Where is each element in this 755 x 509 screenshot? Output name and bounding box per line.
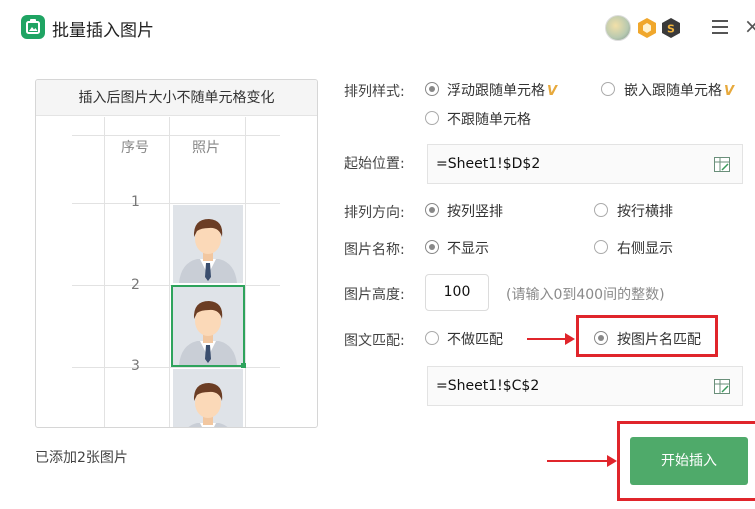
radio-float-follow-label[interactable]: 浮动跟随单元格 V xyxy=(447,80,557,100)
match-label: 图文匹配: xyxy=(344,333,405,349)
preview-panel: 插入后图片大小不随单元格变化 序号 照片 1 2 3 xyxy=(35,79,318,428)
match-column-value[interactable]: =Sheet1!$C$2 xyxy=(436,378,539,394)
radio-by-row-label[interactable]: 按行横排 xyxy=(617,201,673,221)
start-position-label: 起始位置: xyxy=(344,156,405,172)
app-title: 批量插入图片 xyxy=(52,21,154,41)
row-number: 3 xyxy=(131,358,140,374)
radio-no-match[interactable] xyxy=(425,331,439,345)
vip-mark-icon: V xyxy=(724,84,735,99)
radio-by-row[interactable] xyxy=(594,203,608,217)
col-header-photo: 照片 xyxy=(192,140,220,156)
picture-height-label: 图片高度: xyxy=(344,287,405,303)
radio-name-hidden-label[interactable]: 不显示 xyxy=(447,238,489,258)
preview-grid: 序号 照片 1 2 3 xyxy=(36,117,317,427)
start-position-field[interactable]: =Sheet1!$D$2 xyxy=(427,144,743,184)
annotation-arrow xyxy=(547,455,617,467)
svg-text:S: S xyxy=(667,23,675,36)
title-bar: 批量插入图片 S × xyxy=(0,0,755,56)
radio-match-by-name-label[interactable]: 按图片名匹配 xyxy=(617,329,701,349)
range-picker-icon[interactable] xyxy=(714,157,730,172)
radio-embed-follow-label[interactable]: 嵌入跟随单元格 V xyxy=(624,80,734,100)
portrait-image xyxy=(173,205,243,283)
picture-name-label: 图片名称: xyxy=(344,242,405,258)
portrait-image xyxy=(173,369,243,427)
col-header-index: 序号 xyxy=(121,140,149,156)
radio-no-follow[interactable] xyxy=(425,111,439,125)
vip-mark-icon: V xyxy=(547,84,558,99)
portrait-image-selected[interactable] xyxy=(171,285,245,367)
radio-no-follow-label[interactable]: 不跟随单元格 xyxy=(447,109,531,129)
radio-by-column[interactable] xyxy=(425,203,439,217)
layout-style-label: 排列样式: xyxy=(344,84,405,100)
added-count-status: 已添加2张图片 xyxy=(35,450,128,466)
start-insert-button[interactable]: 开始插入 xyxy=(630,437,748,485)
app-icon xyxy=(21,15,45,39)
vip-badge-icon[interactable] xyxy=(636,17,658,39)
direction-label: 排列方向: xyxy=(344,205,405,221)
menu-icon[interactable] xyxy=(712,20,728,34)
annotation-arrow xyxy=(527,333,575,345)
radio-name-right[interactable] xyxy=(594,240,608,254)
radio-embed-follow[interactable] xyxy=(601,82,615,96)
picture-height-hint: (请输入0到400间的整数) xyxy=(506,287,665,303)
radio-float-follow[interactable] xyxy=(425,82,439,96)
row-number: 1 xyxy=(131,194,140,210)
match-column-field[interactable]: =Sheet1!$C$2 xyxy=(427,366,743,406)
picture-height-input[interactable]: 100 xyxy=(425,274,489,311)
close-icon[interactable]: × xyxy=(744,16,755,36)
row-number: 2 xyxy=(131,277,140,293)
start-position-value[interactable]: =Sheet1!$D$2 xyxy=(436,156,540,172)
radio-no-match-label[interactable]: 不做匹配 xyxy=(447,329,503,349)
user-avatar[interactable] xyxy=(605,15,631,41)
selection-handle[interactable] xyxy=(241,363,246,368)
s-badge-icon[interactable]: S xyxy=(660,17,682,39)
radio-name-hidden[interactable] xyxy=(425,240,439,254)
radio-match-by-name[interactable] xyxy=(594,331,608,345)
preview-header: 插入后图片大小不随单元格变化 xyxy=(36,80,317,116)
radio-by-column-label[interactable]: 按列竖排 xyxy=(447,201,503,221)
range-picker-icon[interactable] xyxy=(714,379,730,394)
radio-name-right-label[interactable]: 右侧显示 xyxy=(617,238,673,258)
